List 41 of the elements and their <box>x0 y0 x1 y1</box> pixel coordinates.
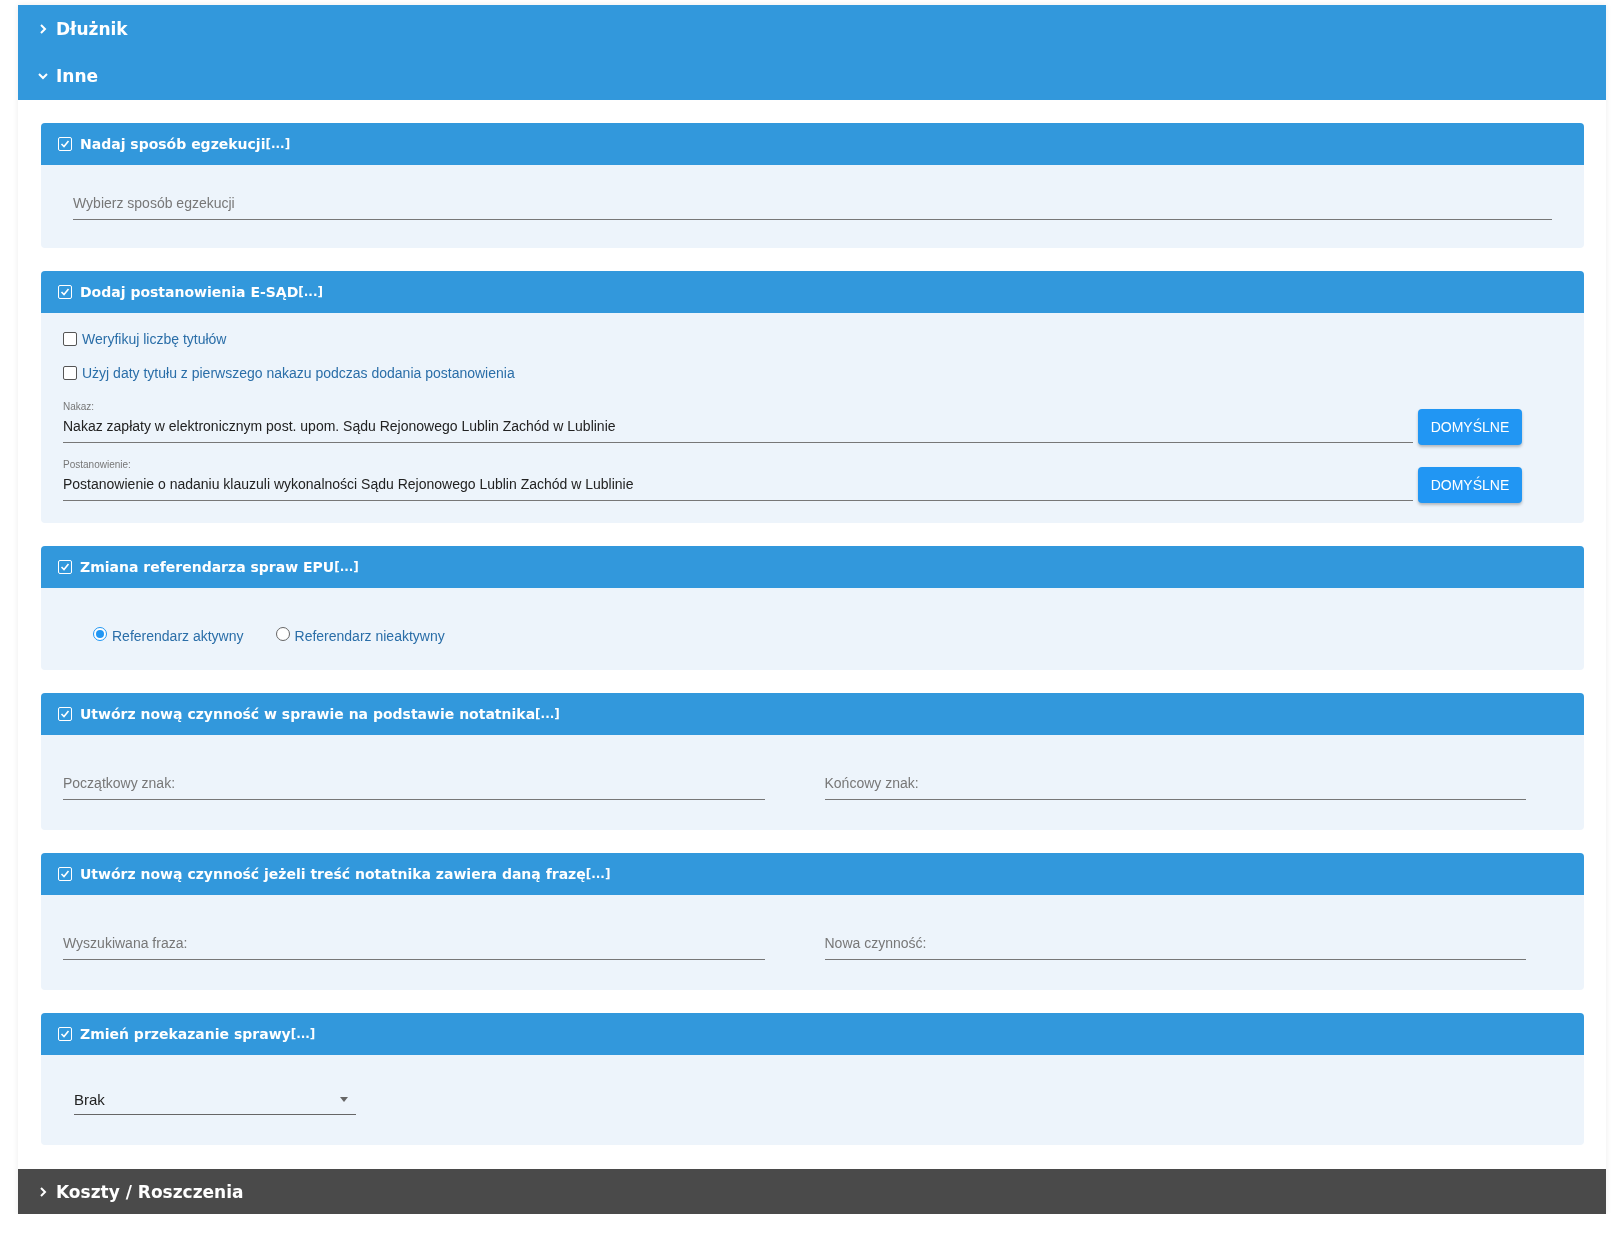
checkbox-option[interactable]: Użyj daty tytułu z pierwszego nakazu podczas dodania postanowienia <box>63 365 1522 381</box>
checkbox-option[interactable]: Weryfikuj liczbę tytułów <box>63 331 1522 347</box>
field-label: Nakaz: <box>63 401 96 412</box>
execution-method-select[interactable]: Wybierz sposób egzekucji <box>73 195 1552 220</box>
text-input[interactable]: Postanowienie o nadaniu klauzuli wykonalności Sądu Rejonowego Lublin Zachód w Lublinie <box>63 476 1413 501</box>
card-title: Nadaj sposób egzekucji <box>80 136 266 152</box>
section-header[interactable]: Inne <box>18 52 1606 100</box>
text-input[interactable]: Wyszukiwana fraza: <box>63 935 765 960</box>
card-title-more: [...] <box>585 867 611 881</box>
section-header[interactable]: Koszty / Roszczenia <box>18 1169 1606 1214</box>
radio-option[interactable]: Referendarz nieaktywny <box>275 624 445 644</box>
card-title: Utwórz nową czynność w sprawie na podstawie notatnika <box>80 706 536 722</box>
card-title-more: [...] <box>290 1027 316 1041</box>
chevron-icon <box>38 1186 48 1197</box>
text-input[interactable]: Nowa czynność: <box>824 935 1526 960</box>
card-title-more: [...] <box>298 285 323 299</box>
checkbox[interactable] <box>58 867 72 881</box>
checkbox[interactable] <box>58 1027 72 1041</box>
checkbox[interactable] <box>58 560 72 574</box>
card-title-more: [...] <box>265 137 291 151</box>
default-button[interactable]: DOMYŚLNE <box>1418 409 1522 445</box>
dropdown-select[interactable]: Brak <box>74 1091 356 1115</box>
card-title: Zmień przekazanie sprawy <box>80 1026 291 1042</box>
checkbox[interactable] <box>58 137 72 151</box>
text-input[interactable]: Nakaz zapłaty w elektronicznym post. upom. Sądu Rejonowego Lublin Zachód w Lublinie <box>63 418 1413 443</box>
text-input[interactable]: Początkowy znak: <box>63 775 765 800</box>
checkbox[interactable] <box>58 707 72 721</box>
dropdown-caret-icon <box>340 1097 348 1102</box>
default-button[interactable]: DOMYŚLNE <box>1418 467 1522 503</box>
chevron-icon <box>38 71 48 81</box>
card-title-more: [...] <box>334 560 359 574</box>
card-title: Zmiana referendarza spraw EPU <box>80 559 335 575</box>
card-title: Dodaj postanowienia E-SĄD <box>80 284 299 300</box>
checkbox[interactable] <box>58 285 72 299</box>
card-title-more: [...] <box>535 707 560 721</box>
radio-option[interactable]: Referendarz aktywny <box>93 624 244 644</box>
field-label: Postanowienie: <box>63 459 132 470</box>
card-title: Utwórz nową czynność jeżeli treść notatnika zawiera daną frazę <box>80 866 586 882</box>
chevron-icon <box>38 23 48 34</box>
section-header[interactable]: Dłużnik <box>18 5 1606 52</box>
text-input[interactable]: Końcowy znak: <box>824 775 1526 800</box>
